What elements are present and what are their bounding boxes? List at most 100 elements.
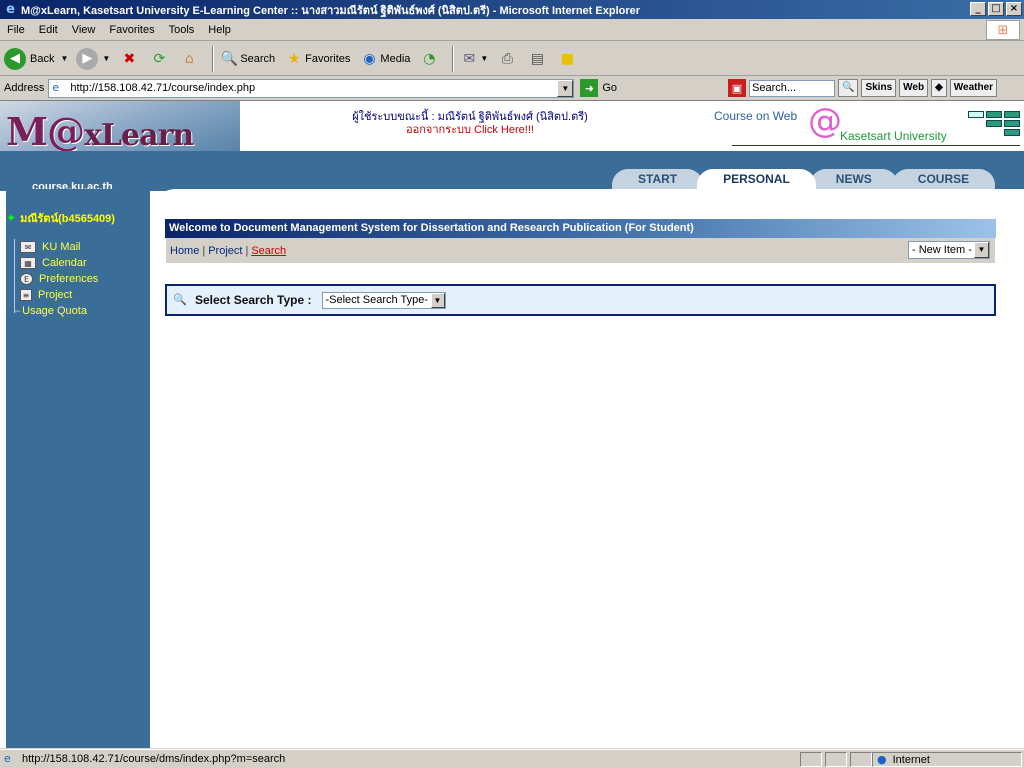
logout-link[interactable]: ออกจากระบบ Click Here!!! bbox=[320, 124, 620, 137]
forward-button[interactable]: ▶ ▼ bbox=[76, 47, 110, 70]
search-label: Search bbox=[240, 52, 276, 65]
address-input[interactable]: e http://158.108.42.71/course/index.php … bbox=[48, 78, 575, 98]
course-on-web-banner: Course on Web @ Kasetsart University bbox=[712, 101, 1022, 149]
nav-project-link[interactable]: Project bbox=[208, 245, 242, 257]
highlight-icon[interactable]: ◆ bbox=[931, 79, 947, 97]
edit-icon: ▤ bbox=[530, 50, 544, 67]
edit-button[interactable]: ▤ bbox=[526, 48, 548, 70]
history-button[interactable]: ◔ bbox=[418, 48, 440, 70]
back-button[interactable]: ◀ Back ▼ bbox=[4, 47, 68, 70]
current-user-line: ผู้ใช้ระบบขณะนี้ : มณีรัตน์ ฐิติพันธ์พงศ… bbox=[352, 111, 588, 123]
address-dropdown-icon[interactable]: ▼ bbox=[557, 79, 574, 97]
minimize-button[interactable]: _ bbox=[970, 2, 986, 16]
mail-button[interactable]: ✉ ▼ bbox=[458, 48, 489, 70]
refresh-icon: ⟳ bbox=[153, 50, 166, 67]
menu-file[interactable]: File bbox=[0, 24, 32, 36]
page-viewport: M@xLearn ผู้ใช้ระบบขณะนี้ : มณีรัตน์ ฐิต… bbox=[0, 100, 1024, 748]
breadcrumb: Home | Project | Search - New Item - ▼ bbox=[165, 238, 996, 264]
menu-help[interactable]: Help bbox=[201, 24, 238, 36]
skins-button[interactable]: Skins bbox=[861, 79, 897, 97]
search-type-select[interactable]: -Select Search Type- ▼ bbox=[321, 291, 446, 309]
toolbar: ◀ Back ▼ ▶ ▼ ✖ ⟳ ⌂ 🔍 Search ★ Favorites … bbox=[0, 42, 1024, 76]
printer-icon: ⎙ bbox=[501, 50, 513, 67]
window-title: M@xLearn, Kasetsart University E-Learnin… bbox=[21, 4, 641, 17]
go-arrow-icon: ➜ bbox=[580, 79, 599, 97]
sidebar-item-project[interactable]: ≡ Project bbox=[14, 287, 144, 303]
toolbar-search-input[interactable]: Search... bbox=[749, 79, 835, 97]
welcome-banner: Welcome to Document Management System fo… bbox=[165, 219, 996, 238]
history-icon: ◔ bbox=[423, 50, 436, 67]
weather-button[interactable]: Weather bbox=[949, 79, 998, 97]
status-bar: e http://158.108.42.71/course/dms/index.… bbox=[0, 749, 1024, 768]
mail-icon: ✉ bbox=[463, 50, 476, 67]
menu-bar: File Edit View Favorites Tools Help ⊞ bbox=[0, 19, 1024, 41]
search-type-label: Select Search Type : bbox=[195, 293, 312, 307]
sidebar-item-usage-quota[interactable]: – Usage Quota bbox=[14, 303, 144, 319]
nav-search-link[interactable]: Search bbox=[251, 245, 286, 257]
search-folder-icon: 🔍 bbox=[173, 293, 187, 306]
go-label: Go bbox=[602, 82, 618, 94]
address-url: http://158.108.42.71/course/index.php bbox=[70, 82, 256, 94]
sticky-note-icon: ■ bbox=[560, 50, 574, 67]
print-button[interactable]: ⎙ bbox=[496, 48, 518, 70]
page-icon: e bbox=[52, 81, 60, 94]
main-tabs: START PERSONAL NEWS COURSE bbox=[612, 169, 996, 189]
user-info: ผู้ใช้ระบบขณะนี้ : มณีรัตน์ ฐิติพันธ์พงศ… bbox=[320, 111, 620, 137]
sidebar-item-calendar[interactable]: ▦ Calendar bbox=[14, 255, 144, 271]
tab-course[interactable]: COURSE bbox=[891, 169, 996, 189]
mail-icon: ✉ bbox=[20, 241, 36, 253]
main-content: Welcome to Document Management System fo… bbox=[165, 219, 996, 316]
notes-button[interactable]: ■ bbox=[556, 48, 578, 70]
favorites-button[interactable]: ★ Favorites bbox=[283, 48, 351, 70]
sidebar-username[interactable]: ✦ มณีรัตน์(b4565409) bbox=[6, 209, 115, 227]
sidebar-item-kumail[interactable]: ✉ KU Mail bbox=[14, 239, 144, 255]
search-button[interactable]: 🔍 Search bbox=[218, 48, 276, 70]
window-titlebar: e M@xLearn, Kasetsart University E-Learn… bbox=[0, 0, 1024, 19]
gift-icon[interactable]: ▣ bbox=[728, 79, 746, 97]
close-button[interactable]: × bbox=[1006, 2, 1022, 16]
sidebar-item-preferences[interactable]: E Preferences bbox=[14, 271, 144, 287]
tab-start[interactable]: START bbox=[612, 169, 704, 189]
web-button[interactable]: Web bbox=[899, 79, 929, 97]
course-on-web-text: Course on Web bbox=[714, 109, 798, 123]
stop-button[interactable]: ✖ bbox=[118, 48, 140, 70]
tab-personal[interactable]: PERSONAL bbox=[697, 169, 816, 189]
star-icon: ★ bbox=[287, 50, 301, 67]
media-button[interactable]: ◉ Media bbox=[358, 48, 410, 70]
menu-edit[interactable]: Edit bbox=[32, 24, 65, 36]
maximize-button[interactable]: □ bbox=[988, 2, 1004, 16]
sidebar-item-label: Preferences bbox=[39, 273, 99, 285]
sidebar-item-label: Project bbox=[38, 289, 73, 301]
chevron-down-icon: ▼ bbox=[430, 292, 445, 308]
calendar-icon: ▦ bbox=[20, 257, 36, 269]
chevron-down-icon: ▼ bbox=[974, 242, 989, 258]
ie-logo-icon: e bbox=[6, 2, 15, 17]
magnifier-icon[interactable]: 🔍 bbox=[838, 79, 859, 97]
user-icon: ✦ bbox=[6, 211, 17, 225]
new-item-value: - New Item - bbox=[912, 244, 972, 256]
go-button[interactable]: ➜ Go bbox=[580, 79, 617, 97]
back-label: Back bbox=[30, 52, 55, 65]
search-icon: 🔍 bbox=[220, 50, 239, 67]
page-icon: e bbox=[4, 752, 11, 765]
search-type-value: -Select Search Type- bbox=[325, 293, 429, 306]
tab-news[interactable]: NEWS bbox=[809, 169, 898, 189]
sidebar-item-label: Usage Quota bbox=[22, 305, 87, 317]
grid-logo-icon bbox=[968, 111, 1020, 139]
new-item-select[interactable]: - New Item - ▼ bbox=[908, 241, 990, 259]
nav-home-link[interactable]: Home bbox=[170, 245, 199, 257]
refresh-button[interactable]: ⟳ bbox=[148, 48, 170, 70]
home-icon: ⌂ bbox=[184, 50, 194, 67]
zone-label: Internet bbox=[892, 753, 930, 766]
status-url: http://158.108.42.71/course/dms/index.ph… bbox=[22, 753, 286, 765]
menu-view[interactable]: View bbox=[65, 24, 103, 36]
stop-icon: ✖ bbox=[123, 50, 136, 67]
address-label: Address bbox=[4, 82, 45, 94]
menu-favorites[interactable]: Favorites bbox=[102, 24, 161, 36]
menu-tools[interactable]: Tools bbox=[162, 24, 202, 36]
username-label: มณีรัตน์(b4565409) bbox=[20, 213, 115, 225]
home-button[interactable]: ⌂ bbox=[178, 48, 200, 70]
logo-suffix: xLearn bbox=[84, 118, 194, 153]
sidebar-item-label: KU Mail bbox=[42, 241, 81, 253]
windows-logo-icon: ⊞ bbox=[986, 20, 1020, 40]
